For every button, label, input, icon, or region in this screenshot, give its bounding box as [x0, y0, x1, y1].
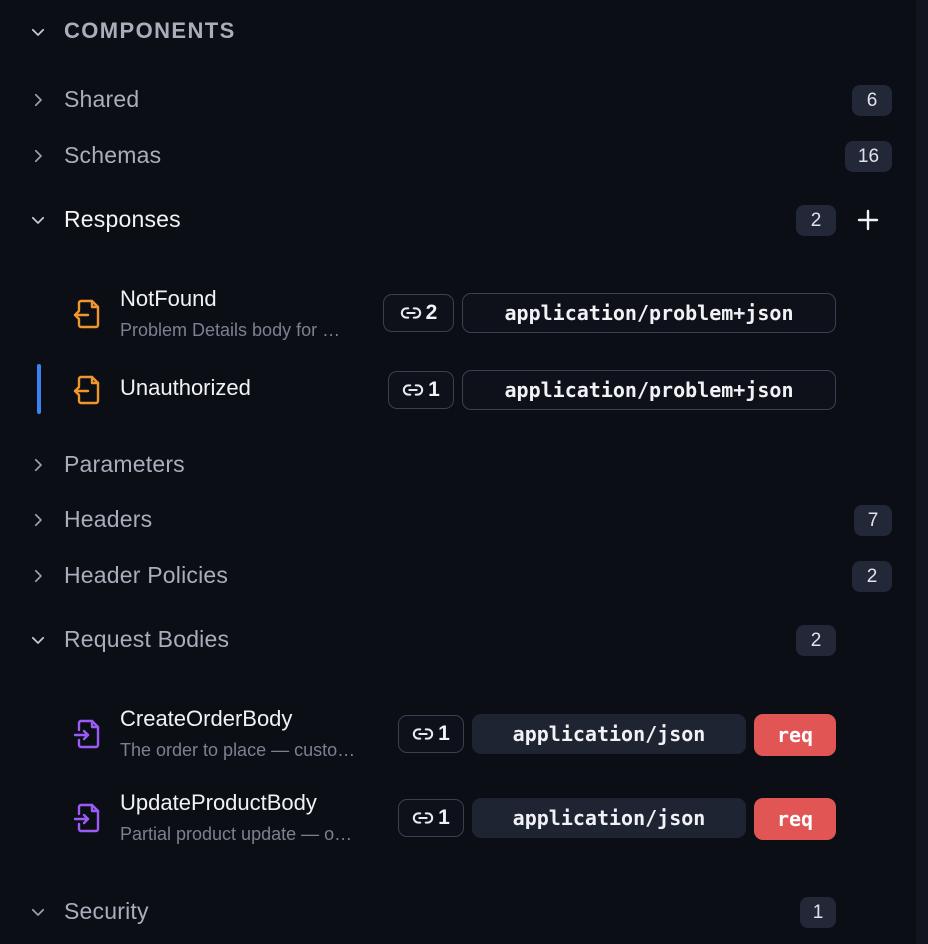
- group-label-request-bodies: Request Bodies: [64, 626, 230, 652]
- media-type-badge[interactable]: application/problem+json: [462, 293, 836, 333]
- required-badge: req: [754, 714, 836, 756]
- chevron-down-icon[interactable]: [28, 902, 48, 922]
- refs-value: 2: [425, 301, 438, 324]
- chevron-down-icon[interactable]: [28, 210, 48, 230]
- refs-value: 1: [438, 722, 450, 745]
- request-body-description: The order to place — custo…: [120, 740, 356, 760]
- count-badge-shared: 6: [852, 85, 892, 116]
- group-security[interactable]: Security 1: [0, 894, 916, 930]
- group-label-security: Security: [64, 898, 149, 924]
- link-icon: [413, 728, 434, 740]
- count-badge-headers: 7: [854, 505, 892, 536]
- chevron-down-icon[interactable]: [28, 22, 48, 42]
- group-label-shared: Shared: [64, 86, 140, 112]
- file-export-icon: [72, 374, 102, 406]
- response-description: Problem Details body for …: [120, 320, 341, 340]
- chevron-right-icon[interactable]: [28, 146, 48, 166]
- refs-count[interactable]: 1: [398, 715, 464, 753]
- plus-icon: [857, 209, 879, 231]
- link-icon: [403, 384, 424, 396]
- refs-count[interactable]: 1: [388, 371, 454, 409]
- request-body-name: UpdateProductBody: [120, 790, 317, 815]
- chevron-right-icon[interactable]: [28, 510, 48, 530]
- file-import-icon: [72, 718, 102, 750]
- group-label-schemas: Schemas: [64, 142, 162, 168]
- group-header-policies[interactable]: Header Policies 2: [0, 558, 916, 594]
- group-headers[interactable]: Headers 7: [0, 502, 916, 538]
- refs-count[interactable]: 1: [398, 799, 464, 837]
- group-schemas[interactable]: Schemas 16: [0, 138, 916, 174]
- group-label-headers: Headers: [64, 506, 153, 532]
- required-badge: req: [754, 798, 836, 840]
- response-name: NotFound: [120, 286, 217, 311]
- group-request-bodies[interactable]: Request Bodies 2: [0, 622, 916, 658]
- chevron-down-icon[interactable]: [28, 630, 48, 650]
- request-body-item-createorderbody[interactable]: CreateOrderBody The order to place — cus…: [0, 702, 916, 766]
- chevron-right-icon[interactable]: [28, 455, 48, 475]
- chevron-right-icon[interactable]: [28, 566, 48, 586]
- media-type-badge[interactable]: application/json: [472, 714, 746, 754]
- scrollbar-track[interactable]: [916, 0, 928, 944]
- response-name: Unauthorized: [120, 375, 251, 400]
- count-badge-schemas: 16: [845, 141, 892, 172]
- count-badge-header-policies: 2: [852, 561, 892, 592]
- request-body-item-updateproductbody[interactable]: UpdateProductBody Partial product update…: [0, 786, 916, 850]
- response-item-unauthorized[interactable]: Unauthorized 1 application/problem+json: [0, 362, 916, 418]
- refs-value: 1: [428, 378, 440, 401]
- request-body-description: Partial product update — o…: [120, 824, 353, 844]
- count-badge-responses: 2: [796, 205, 836, 236]
- group-responses[interactable]: Responses 2: [0, 202, 916, 238]
- refs-count[interactable]: 2: [383, 294, 454, 332]
- group-label-responses: Responses: [64, 206, 181, 232]
- count-badge-request-bodies: 2: [796, 625, 836, 656]
- add-response-button[interactable]: [854, 206, 882, 234]
- group-parameters[interactable]: Parameters: [0, 447, 916, 483]
- group-label-header-policies: Header Policies: [64, 562, 229, 588]
- request-body-name: CreateOrderBody: [120, 706, 293, 731]
- link-icon: [400, 307, 421, 319]
- group-shared[interactable]: Shared 6: [0, 82, 916, 118]
- media-type-badge[interactable]: application/problem+json: [462, 370, 836, 410]
- components-section-header[interactable]: COMPONENTS: [0, 14, 916, 50]
- count-badge-security: 1: [800, 897, 836, 928]
- file-import-icon: [72, 802, 102, 834]
- response-item-notfound[interactable]: NotFound Problem Details body for … 2 ap…: [0, 282, 916, 346]
- link-icon: [413, 812, 434, 824]
- components-panel: COMPONENTS Shared 6 Schemas 16 Responses…: [0, 0, 916, 944]
- file-export-icon: [72, 298, 102, 330]
- section-title: COMPONENTS: [64, 18, 236, 43]
- media-type-badge[interactable]: application/json: [472, 798, 746, 838]
- chevron-right-icon[interactable]: [28, 90, 48, 110]
- group-label-parameters: Parameters: [64, 451, 185, 477]
- refs-value: 1: [438, 806, 450, 829]
